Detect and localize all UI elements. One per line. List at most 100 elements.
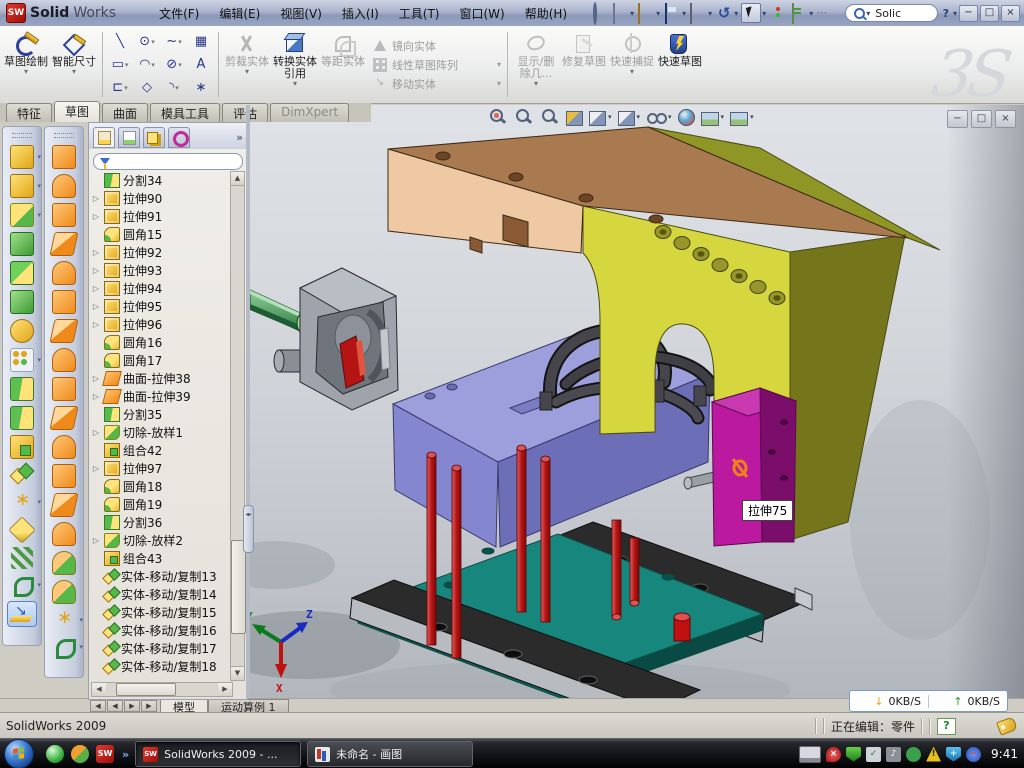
display-style-icon[interactable] [618,111,635,126]
tree-item[interactable]: 分割36 [91,513,231,531]
tree-item[interactable]: 实体-移动/复制18 [91,657,231,675]
graphics-viewport[interactable]: Y Z X ▾▾▾▾▾ − □ × 拉伸75 [250,105,1024,698]
close-button[interactable]: × [1001,5,1020,22]
toolbar-icon-o3[interactable] [49,406,78,430]
model-tab-模型[interactable]: 模型 [160,699,208,713]
toolbar-icon-o[interactable] [52,145,76,169]
start-button[interactable] [4,739,34,768]
camera-icon[interactable] [730,112,748,126]
toolbar-icon-curve[interactable]: ▾ [53,636,75,658]
dropdown-icon[interactable]: ▾ [245,69,249,75]
solidworks-icon[interactable]: SW [96,745,114,763]
toolbar-icon-mc[interactable] [11,464,33,486]
cmd-button[interactable]: 显示/删除几...▾ [512,29,560,100]
cmd-button[interactable]: 快速草图 [656,29,704,100]
appearances-icon[interactable] [678,109,695,126]
tree-item[interactable]: 实体-移动/复制15 [91,603,231,621]
select-dropdown[interactable]: ▾ [762,9,766,18]
cmd-button[interactable]: 剪裁实体▾ [223,29,271,100]
tree-item[interactable]: 组合43 [91,549,231,567]
certificate-icon[interactable]: ✓ [866,747,881,762]
shield-plus-icon[interactable]: + [946,747,961,762]
panel-splitter[interactable]: ◂▸ [246,105,250,698]
undo-dropdown[interactable]: ▾ [734,9,738,18]
toolbar-icon-i3d[interactable] [7,601,37,627]
scroll-left-arrow[interactable]: ◀ [92,683,106,696]
restore-button[interactable]: □ [980,5,999,22]
tree-item[interactable]: ▷拉伸96 [91,315,231,333]
dropdown-icon[interactable]: ▾ [750,113,754,121]
cmd-button[interactable]: 智能尺寸▾ [50,29,98,100]
tree-item[interactable]: 圆角16 [91,333,231,351]
scroll-down-arrow[interactable]: ▼ [231,666,244,680]
sketch-entity-icon[interactable]: A [188,54,214,76]
toolbar-icon-g[interactable] [10,232,34,256]
toolbar-icon-og[interactable] [52,580,76,604]
open-folder-icon[interactable] [637,4,655,22]
sketch-entity-icon[interactable]: ~▾ [161,31,187,53]
cmd-button[interactable]: 转换实体引用▾ [271,29,319,100]
sketch-entity-icon[interactable]: ◇ [134,77,160,99]
expand-arrow[interactable]: ▷ [91,212,101,221]
sketch-entity-icon[interactable]: ◠▾ [134,54,160,76]
zoom-previous-icon[interactable] [540,108,560,126]
quick-launch-overflow[interactable]: » [122,748,129,761]
scene-icon[interactable] [701,112,719,126]
sketch-entity-icon[interactable]: ◝▾ [161,77,187,99]
configuration-manager-tab[interactable] [143,127,165,148]
expand-arrow[interactable]: ▷ [91,302,101,311]
tree-item[interactable]: ▷切除-放样1 [91,423,231,441]
tree-item[interactable]: 分割35 [91,405,231,423]
expand-arrow[interactable]: ▷ [91,536,101,545]
keyboard-icon[interactable] [799,746,821,763]
toolbar-icon-split[interactable] [10,406,34,430]
cmd-button[interactable]: 镜向实体 [373,38,501,54]
tree-item[interactable]: ▷拉伸94 [91,279,231,297]
scroll-right-arrow[interactable]: ▶ [218,683,232,696]
scroll-thumb[interactable] [231,540,246,634]
options-dropdown[interactable]: ▾ [809,9,813,18]
part-gray-cam[interactable] [274,268,398,410]
scroll-up-arrow[interactable]: ▲ [231,172,244,186]
tree-item[interactable]: 实体-移动/复制14 [91,585,231,603]
cmd-button[interactable]: 线性草图阵列▾ [373,57,501,73]
app-icon[interactable] [71,745,89,763]
sketch-entity-icon[interactable]: ⊙▾ [134,31,160,53]
toolbar-icon-comb[interactable] [10,435,34,459]
save-dropdown[interactable]: ▾ [682,9,686,18]
help-dropdown[interactable]: ▾ [953,9,957,18]
toolbar-icon-o3[interactable] [49,319,78,343]
tree-item[interactable]: ▷切除-放样2 [91,531,231,549]
task-button[interactable]: SWSolidWorks 2009 - ... [135,741,301,767]
pin-icon[interactable] [590,4,608,22]
toolbar-icon-o[interactable] [52,377,76,401]
toolbar-icon-o2[interactable] [52,174,76,198]
toolbar-icon-yg[interactable]: ▾ [10,203,34,227]
expand-arrow[interactable]: ▷ [91,194,101,203]
new-document-icon[interactable] [611,4,629,22]
dropdown-icon[interactable]: ▾ [668,113,672,121]
tab-nav-2[interactable]: ▶ [124,700,140,712]
print-icon[interactable] [689,4,707,22]
menu-视图(V)[interactable]: 视图(V) [271,2,331,25]
toolbar-icon-o3[interactable] [49,232,78,256]
search-input[interactable] [873,6,929,21]
dropdown-icon[interactable]: ▾ [608,113,612,121]
toolbar-grip[interactable] [54,133,74,138]
tree-horizontal-scrollbar[interactable]: ◀ ▶ [91,682,233,697]
expand-arrow[interactable]: ▷ [91,428,101,437]
splitter-handle[interactable]: ◂▸ [243,505,254,553]
tab-特征[interactable]: 特征 [6,103,52,122]
toolbar-icon-o[interactable] [52,464,76,488]
toolbar-icon-y2[interactable] [8,516,35,543]
panel-tabs-overflow[interactable]: » [236,131,243,144]
tab-DimXpert[interactable]: DimXpert [270,103,349,122]
expand-arrow[interactable]: ▷ [91,320,101,329]
sketch-entity-icon[interactable]: ▭▾ [107,54,133,76]
search-dropdown[interactable]: ▾ [866,9,870,18]
tree-item[interactable]: ▷曲面-拉伸39 [91,387,231,405]
network-speed-widget[interactable]: ↓0KB/S ↑0KB/S [849,690,1008,712]
cmd-button[interactable]: 移动实体▾ [373,76,501,92]
dropdown-icon[interactable]: ▾ [24,69,28,75]
zoom-fit-icon[interactable] [488,108,508,126]
